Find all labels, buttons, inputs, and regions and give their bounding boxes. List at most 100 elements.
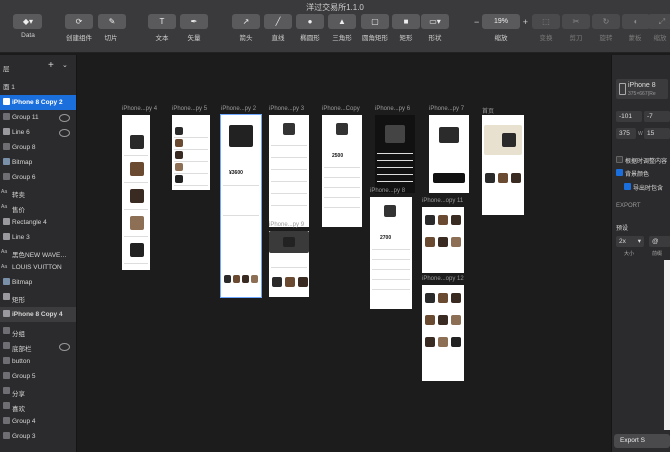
shape-button[interactable]: ▭▾ 形状 — [421, 14, 449, 46]
folder-icon — [3, 173, 10, 180]
artboard-label[interactable]: iPhone...opy 12 — [422, 276, 464, 282]
layer-label: Rectangle 4 — [12, 219, 47, 226]
rectangle-layer-icon — [3, 293, 10, 300]
background-color-checkbox[interactable] — [616, 169, 623, 176]
artboard[interactable] — [269, 231, 309, 297]
divider — [372, 249, 410, 250]
layer-label: Group 5 — [12, 373, 36, 380]
artboard-label[interactable]: iPhone...py 9 — [269, 222, 304, 228]
layer-row[interactable]: Bitmap — [0, 275, 76, 290]
layer-row[interactable]: Aa 售价 — [0, 200, 76, 215]
product-image — [485, 173, 495, 183]
line-button[interactable]: ╱ 直线 — [264, 14, 292, 46]
artboard[interactable] — [422, 207, 464, 273]
export-button[interactable]: Export S — [614, 434, 670, 448]
divider — [271, 181, 307, 182]
layer-row[interactable]: Group 5 — [0, 369, 76, 384]
artboard-label[interactable]: iPhone...py 4 — [122, 106, 157, 112]
layer-row[interactable]: Bitmap — [0, 155, 76, 170]
layer-row[interactable]: 喜欢 — [0, 399, 76, 414]
data-button[interactable]: ◆▾ Data — [13, 14, 43, 46]
rounded-rect-button[interactable]: ▢ 圆角矩形 — [360, 14, 390, 46]
page-selector[interactable]: 面 1 — [0, 77, 76, 92]
transform-button[interactable]: ⬚ 变换 — [532, 14, 560, 46]
y-field[interactable]: -7 — [644, 111, 670, 122]
layer-row[interactable]: 矩形 — [0, 290, 76, 305]
artboard[interactable] — [429, 115, 469, 193]
adjust-content-checkbox[interactable] — [616, 156, 623, 163]
scale-button[interactable]: ⤢ 缩放 — [648, 14, 670, 46]
artboard[interactable] — [172, 115, 210, 190]
artboard-label[interactable]: iPhone...py 2 — [221, 106, 256, 112]
export-prefix-field[interactable]: @ — [649, 236, 670, 247]
eye-icon[interactable] — [59, 114, 70, 122]
product-image — [175, 175, 183, 183]
layer-row[interactable]: Rectangle 4 — [0, 215, 76, 230]
layer-row[interactable]: iPhone 8 Copy 4 — [0, 307, 76, 322]
height-field[interactable]: 15 — [644, 128, 670, 139]
artboard[interactable] — [422, 285, 464, 381]
include-export-checkbox[interactable] — [624, 183, 631, 190]
device-selector[interactable]: iPhone 8 375×667(Re — [616, 79, 668, 99]
zoom-in-icon[interactable]: + — [523, 17, 528, 27]
layer-row[interactable]: Group 11 — [0, 110, 76, 125]
vector-button[interactable]: ✒ 矢量 — [180, 14, 208, 46]
x-field[interactable]: -101 — [616, 111, 642, 122]
ellipse-button[interactable]: ● 椭圆形 — [296, 14, 324, 46]
square-icon: ■ — [392, 14, 420, 29]
product-image — [130, 162, 144, 176]
create-component-button[interactable]: ⟳ 创建组件 — [64, 14, 94, 46]
rectangle-button[interactable]: ■ 矩形 — [392, 14, 420, 46]
artboard[interactable] — [269, 115, 309, 227]
artboard[interactable]: ¥3600 — [220, 114, 262, 298]
layer-label: 分组 — [12, 331, 25, 338]
artboard[interactable]: 2700 — [370, 197, 412, 309]
text-button[interactable]: T 文本 — [148, 14, 176, 46]
artboard-label[interactable]: iPhone...py 3 — [269, 106, 304, 112]
zoom-control[interactable]: − 19% + 缩放 — [474, 14, 528, 46]
slice-button[interactable]: ✎ 切片 — [98, 14, 126, 46]
layer-row[interactable]: Aa LOUIS VUITTON — [0, 260, 76, 275]
layer-row[interactable]: Line 3 — [0, 230, 76, 245]
cut-button[interactable]: ✂ 剪刀 — [562, 14, 590, 46]
eye-icon[interactable] — [59, 343, 70, 351]
artboard[interactable]: 2500 — [322, 115, 362, 227]
layer-row[interactable]: Group 8 — [0, 140, 76, 155]
artboard-label[interactable]: iPhone...py 7 — [429, 106, 464, 112]
artboard[interactable] — [122, 115, 150, 270]
artboard[interactable] — [375, 115, 415, 193]
artboard-label[interactable]: iPhone...py 6 — [375, 106, 410, 112]
layer-row[interactable]: Group 3 — [0, 429, 76, 444]
divider — [271, 193, 307, 194]
artboard-label[interactable]: 首页 — [482, 106, 494, 115]
layer-row[interactable]: 分组 — [0, 324, 76, 339]
layer-row[interactable]: 分享 — [0, 384, 76, 399]
canvas[interactable]: iPhone...py 4 iPhone...py 5 iPhone...py 2 ¥… — [77, 55, 611, 452]
layer-row[interactable]: Group 6 — [0, 170, 76, 185]
collapse-icon[interactable]: ⌄ — [62, 61, 68, 69]
artboard-label[interactable]: iPhone...py 8 — [370, 188, 405, 194]
layer-row[interactable]: Line 6 — [0, 125, 76, 140]
add-page-icon[interactable]: + — [48, 60, 54, 71]
artboard[interactable] — [482, 115, 524, 215]
mask-button[interactable]: ◐ 蒙板 — [622, 14, 650, 46]
prefix-caption: 前缀 — [652, 251, 663, 257]
triangle-button[interactable]: ▲ 三角形 — [328, 14, 356, 46]
artboard-label[interactable]: iPhone...opy 11 — [422, 198, 463, 204]
artboard-label[interactable]: iPhone...Copy — [322, 106, 360, 112]
eye-icon[interactable] — [59, 129, 70, 137]
width-field[interactable]: 375 — [616, 128, 636, 139]
layer-row[interactable]: Group 4 — [0, 414, 76, 429]
layer-row[interactable]: 底部栏 — [0, 339, 76, 354]
product-image — [451, 315, 461, 325]
artboard-label[interactable]: iPhone...py 5 — [172, 106, 207, 112]
arrow-button[interactable]: ↗ 箭头 — [232, 14, 260, 46]
export-preview — [664, 260, 670, 430]
rotate-button[interactable]: ↻ 旋转 — [592, 14, 620, 46]
layer-row[interactable]: Aa 黑色NEW WAVE… — [0, 245, 76, 260]
layer-row[interactable]: iPhone 8 Copy 2 — [0, 95, 76, 110]
layer-row[interactable]: button — [0, 354, 76, 369]
layer-row[interactable]: Aa 转卖 — [0, 185, 76, 200]
export-scale-select[interactable]: 2x ▾ — [616, 236, 644, 247]
zoom-out-icon[interactable]: − — [474, 17, 479, 27]
